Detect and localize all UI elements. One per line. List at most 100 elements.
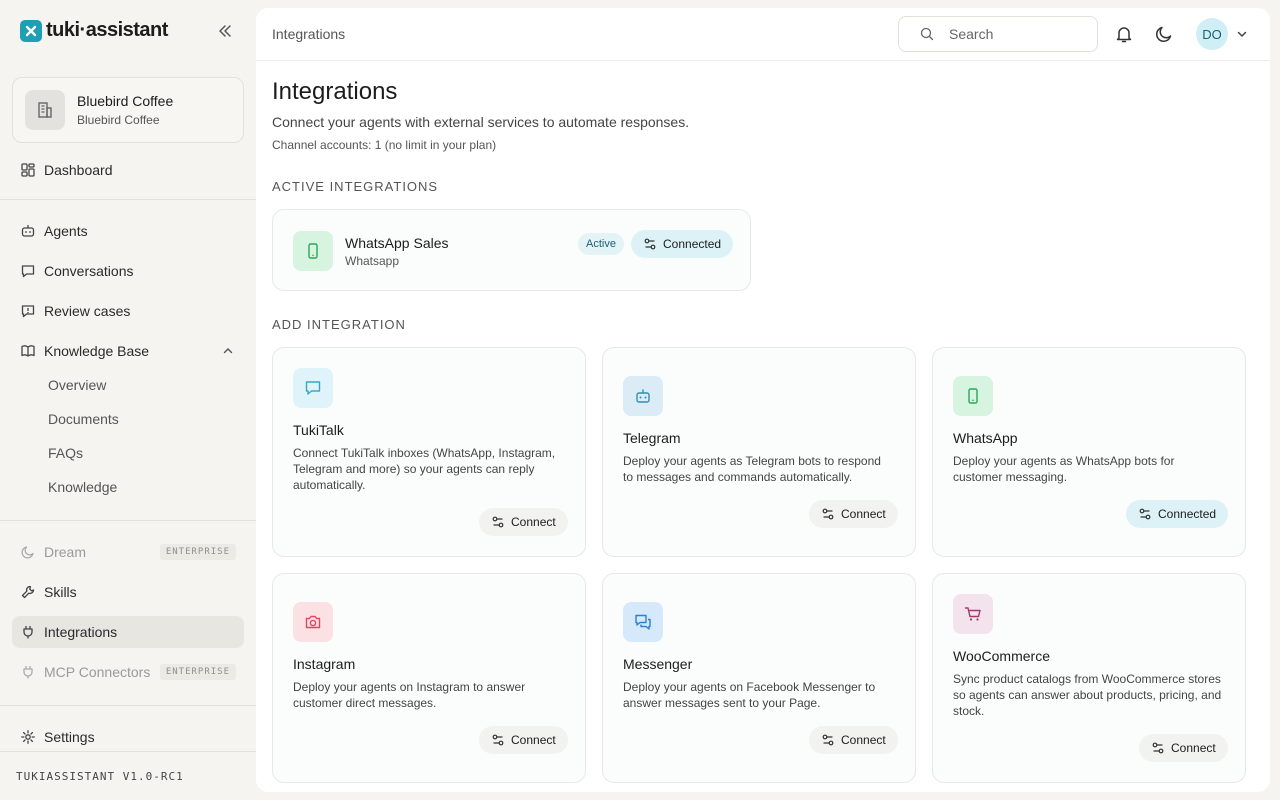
org-switcher[interactable]: Bluebird Coffee Bluebird Coffee: [12, 77, 244, 143]
collapse-sidebar-icon[interactable]: [216, 22, 234, 40]
nav-dream[interactable]: Dream ENTERPRISE: [12, 536, 244, 568]
nav-conversations[interactable]: Conversations: [12, 255, 244, 287]
card-description: Connect TukiTalk inboxes (WhatsApp, Inst…: [293, 446, 556, 492]
logo-text: tuki·assistant: [46, 19, 168, 41]
connected-label: Connected: [663, 237, 722, 251]
org-subtitle: Bluebird Coffee: [77, 113, 160, 127]
nav-settings[interactable]: Settings: [12, 721, 244, 753]
search-input[interactable]: Search: [898, 16, 1098, 52]
cart-icon: [953, 594, 993, 634]
nav-dashboard[interactable]: Dashboard: [12, 154, 244, 186]
phone-icon: [953, 376, 993, 416]
topbar: Integrations Search DO: [256, 8, 1270, 61]
gear-icon: [21, 730, 35, 744]
chat-icon: [293, 368, 333, 408]
nav-conversations-label: Conversations: [44, 263, 134, 279]
link-icon: [822, 508, 834, 520]
plug-icon: [23, 666, 33, 679]
nav-review-cases[interactable]: Review cases: [12, 295, 244, 327]
page-subtitle: Connect your agents with external servic…: [272, 114, 690, 130]
connect-label: Connect: [1171, 741, 1216, 755]
integration-type: Whatsapp: [345, 254, 400, 268]
connect-button[interactable]: Connect: [479, 508, 568, 536]
connect-button[interactable]: Connect: [479, 726, 568, 754]
enterprise-badge: ENTERPRISE: [159, 544, 236, 560]
connect-label: Connect: [841, 507, 886, 521]
add-integration-heading: ADD INTEGRATION: [272, 317, 406, 332]
messages-icon: [623, 602, 663, 642]
plug-icon: [23, 626, 33, 639]
nav-dream-label: Dream: [44, 544, 87, 560]
integration-card-messenger[interactable]: Messenger Deploy your agents on Facebook…: [602, 573, 916, 783]
card-title: Instagram: [293, 656, 356, 672]
org-name: Bluebird Coffee: [77, 93, 174, 109]
nav-dashboard-label: Dashboard: [44, 162, 113, 178]
chevron-up-icon: [223, 348, 233, 354]
active-integration-card[interactable]: WhatsApp Sales Whatsapp Active Connected: [272, 209, 751, 291]
avatar[interactable]: DO: [1196, 18, 1228, 50]
page-title: Integrations: [272, 78, 398, 105]
card-description: Deploy your agents on Facebook Messenger…: [623, 680, 876, 710]
alert-message-icon: [21, 305, 35, 318]
card-description: Sync product catalogs from WooCommerce s…: [953, 672, 1222, 718]
book-icon: [21, 345, 35, 357]
integration-card-telegram[interactable]: Telegram Deploy your agents as Telegram …: [602, 347, 916, 557]
main-panel: Integrations Search DO Integrations Conn…: [256, 8, 1270, 792]
bot-icon: [21, 225, 35, 237]
nav-integrations[interactable]: Integrations: [12, 616, 244, 648]
nav-integrations-label: Integrations: [44, 624, 118, 640]
card-title: WhatsApp: [953, 430, 1018, 446]
breadcrumb[interactable]: Integrations: [272, 26, 345, 42]
connect-label: Connect: [511, 733, 556, 747]
camera-icon: [293, 602, 333, 642]
nav-agents[interactable]: Agents: [12, 215, 244, 247]
wrench-icon: [21, 585, 35, 599]
bell-icon[interactable]: [1114, 24, 1134, 44]
link-icon: [822, 734, 834, 746]
integration-card-whatsapp[interactable]: WhatsApp Deploy your agents as WhatsApp …: [932, 347, 1246, 557]
card-description: Deploy your agents on Instagram to answe…: [293, 680, 526, 710]
card-title: Telegram: [623, 430, 681, 446]
chat-icon: [21, 265, 35, 278]
kb-documents[interactable]: Documents: [48, 411, 119, 427]
connect-button[interactable]: Connect: [1139, 734, 1228, 762]
connected-button[interactable]: Connected: [1126, 500, 1229, 528]
kb-knowledge[interactable]: Knowledge: [48, 479, 117, 495]
divider: [0, 520, 256, 521]
connect-button[interactable]: Connect: [809, 500, 898, 528]
integration-card-tukitalk[interactable]: TukiTalk Connect TukiTalk inboxes (Whats…: [272, 347, 586, 557]
card-title: TukiTalk: [293, 422, 344, 438]
dashboard-icon: [21, 163, 35, 177]
integration-card-woocommerce[interactable]: WooCommerce Sync product catalogs from W…: [932, 573, 1246, 783]
kb-overview[interactable]: Overview: [48, 377, 106, 393]
divider: [0, 705, 256, 706]
status-badge: Active: [578, 233, 624, 255]
building-icon: [25, 90, 65, 130]
phone-icon: [293, 231, 333, 271]
app-logo[interactable]: tuki·assistant: [20, 19, 168, 42]
integration-card-instagram[interactable]: Instagram Deploy your agents on Instagra…: [272, 573, 586, 783]
nav-mcp-label: MCP Connectors: [44, 664, 151, 680]
card-title: Messenger: [623, 656, 693, 672]
connect-label: Connect: [511, 515, 556, 529]
nav-mcp-connectors[interactable]: MCP Connectors ENTERPRISE: [12, 656, 244, 688]
app-version: TUKIASSISTANT V1.0-RC1: [16, 770, 184, 783]
nav-skills[interactable]: Skills: [12, 576, 244, 608]
link-icon: [1152, 742, 1164, 754]
logo-icon: [20, 19, 42, 42]
link-icon: [644, 238, 656, 250]
connected-label: Connected: [1158, 507, 1217, 521]
enterprise-badge: ENTERPRISE: [159, 664, 236, 680]
link-icon: [492, 734, 504, 746]
nav-knowledge-base[interactable]: Knowledge Base: [12, 335, 244, 367]
connect-button[interactable]: Connect: [809, 726, 898, 754]
chevron-down-icon[interactable]: [1236, 28, 1248, 40]
kb-faqs[interactable]: FAQs: [48, 445, 83, 461]
connected-button[interactable]: Connected: [631, 230, 734, 258]
nav-knowledge-base-label: Knowledge Base: [44, 343, 150, 359]
nav-settings-label: Settings: [44, 729, 95, 745]
divider: [0, 199, 256, 200]
connect-label: Connect: [841, 733, 886, 747]
moon-icon: [21, 546, 34, 559]
dark-mode-icon[interactable]: [1154, 24, 1174, 44]
